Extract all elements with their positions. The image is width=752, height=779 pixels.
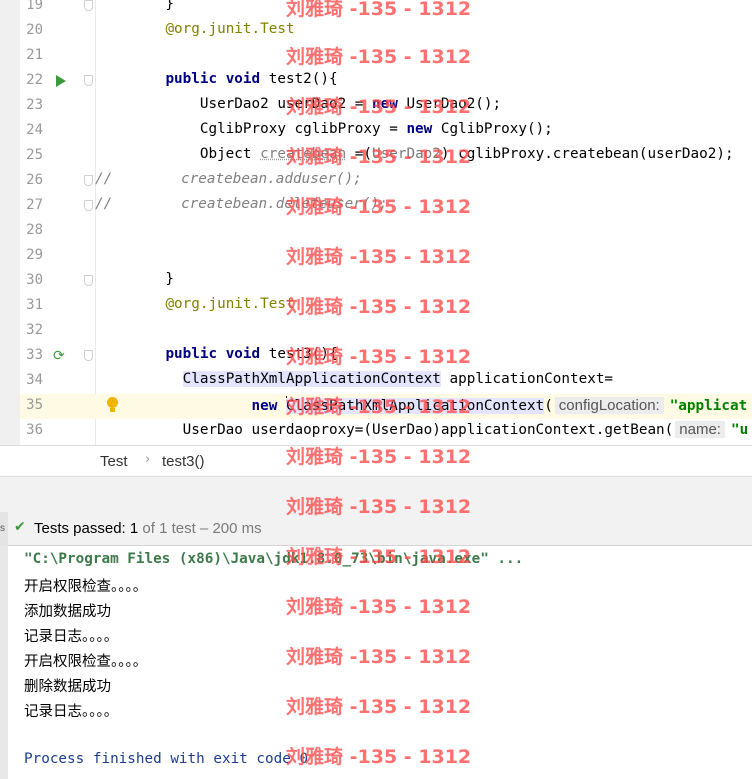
editor-left-strip [0, 0, 20, 445]
console-output[interactable]: "C:\Program Files (x86)\Java\jdk1.8.0_73… [0, 546, 752, 779]
code-text: public void test2(){ [165, 71, 338, 87]
code-line[interactable]: 27 // createbean.deleteuser(); [20, 194, 752, 219]
code-line[interactable]: 25 Object createbean =(UserDao2) cglibPr… [20, 144, 752, 169]
tests-summary: of 1 test – 200 ms [138, 520, 262, 537]
fold-marker-icon[interactable] [84, 350, 93, 361]
code-text: @org.junit.Test [165, 296, 295, 312]
fold-marker-icon[interactable] [84, 75, 93, 86]
breadcrumb-separator: › [145, 452, 151, 467]
code-line[interactable]: 34 ClassPathXmlApplicationContext applic… [20, 369, 752, 394]
line-number: 33 [26, 347, 43, 363]
code-line[interactable]: 29 [20, 244, 752, 269]
line-number: 29 [26, 247, 43, 263]
breadcrumb-method[interactable]: test3() [162, 453, 205, 470]
code-line[interactable]: 23 UserDao2 userDao2 = new UserDao2(); [20, 94, 752, 119]
breadcrumb-class[interactable]: Test [100, 453, 128, 470]
check-icon: ✔ [14, 519, 26, 535]
line-number: 26 [26, 172, 43, 188]
line-number: 30 [26, 272, 43, 288]
fold-marker-icon[interactable] [84, 275, 93, 286]
line-number: 36 [26, 422, 43, 438]
code-line[interactable]: 28 [20, 219, 752, 244]
code-text: ClassPathXmlApplicationContext applicati… [182, 371, 614, 387]
code-text: new ClassPathXmlApplicationContext(confi… [251, 396, 748, 414]
code-text: @org.junit.Test [165, 21, 295, 37]
lightbulb-icon[interactable] [106, 397, 119, 415]
line-number: 35 [26, 397, 43, 413]
line-number: 19 [26, 0, 43, 13]
code-line[interactable]: 30 } [20, 269, 752, 294]
code-line[interactable]: 35 new ClassPathXmlApplicationContext(co… [20, 394, 752, 419]
code-text: UserDao2 userDao2 = new UserDao2(); [131, 96, 502, 112]
code-text: // createbean.adduser(); [95, 171, 362, 187]
code-text: } [131, 0, 175, 12]
line-number: 21 [26, 47, 43, 63]
console-exit-message: Process finished with exit code 0 [24, 751, 309, 767]
console-line: 记录日志。。。。 [24, 704, 119, 720]
line-number: 22 [26, 72, 43, 88]
run-test-icon[interactable] [56, 75, 66, 87]
line-number: 24 [26, 122, 43, 138]
console-line: 添加数据成功 [24, 604, 111, 620]
code-line[interactable]: 26 // createbean.adduser(); [20, 169, 752, 194]
code-text: public void test3(){ [165, 346, 338, 362]
line-number: 34 [26, 372, 43, 388]
line-number: 25 [26, 147, 43, 163]
code-text: UserDao userdaoproxy=(UserDao)applicatio… [131, 421, 749, 438]
line-number: 23 [26, 97, 43, 113]
fold-marker-icon[interactable] [84, 175, 93, 186]
code-line[interactable]: 24 CglibProxy cglibProxy = new CglibProx… [20, 119, 752, 144]
rerun-test-icon[interactable]: ⟳ [53, 348, 65, 364]
code-text: } [131, 271, 175, 287]
fold-marker-icon[interactable] [84, 200, 93, 211]
panel-gap [0, 477, 752, 512]
console-line: 删除数据成功 [24, 679, 111, 695]
console-line: 开启权限检查。。。。 [24, 579, 148, 595]
code-line[interactable]: 19 } [20, 0, 752, 19]
tests-passed-count: 1 [125, 520, 139, 537]
code-line[interactable]: 31 @org.junit.Test [20, 294, 752, 319]
tests-status: Tests passed: 1 of 1 test – 200 ms [34, 520, 262, 537]
line-number: 32 [26, 322, 43, 338]
breadcrumb: Test › test3() [0, 445, 752, 477]
code-line[interactable]: 36 UserDao userdaoproxy=(UserDao)applica… [20, 419, 752, 444]
code-line[interactable]: 32 [20, 319, 752, 344]
code-text: CglibProxy cglibProxy = new CglibProxy()… [131, 121, 553, 137]
code-line[interactable]: 33 ⟳ public void test3(){ [20, 344, 752, 369]
code-text: // createbean.deleteuser(); [95, 196, 388, 212]
console-line: 开启权限检查。。。。 [24, 654, 148, 670]
line-number: 27 [26, 197, 43, 213]
console-command: "C:\Program Files (x86)\Java\jdk1.8.0_73… [24, 551, 524, 567]
fold-marker-icon[interactable] [84, 0, 93, 11]
side-tab[interactable]: s [0, 512, 8, 546]
code-line[interactable]: 20 @org.junit.Test [20, 19, 752, 44]
code-text: Object createbean =(UserDao2) cglibProxy… [131, 146, 734, 162]
code-line[interactable]: 21 [20, 44, 752, 69]
console-left-strip [0, 546, 8, 779]
code-line[interactable]: 22 public void test2(){ [20, 69, 752, 94]
line-number: 28 [26, 222, 43, 238]
tests-passed-label: Tests passed: [34, 520, 126, 537]
run-status-bar: s ✔ Tests passed: 1 of 1 test – 200 ms [0, 512, 752, 546]
line-number: 31 [26, 297, 43, 313]
line-number: 20 [26, 22, 43, 38]
console-line: 记录日志。。。。 [24, 629, 119, 645]
code-editor[interactable]: 19 } 20 @org.junit.Test 21 22 public void t… [0, 0, 752, 445]
